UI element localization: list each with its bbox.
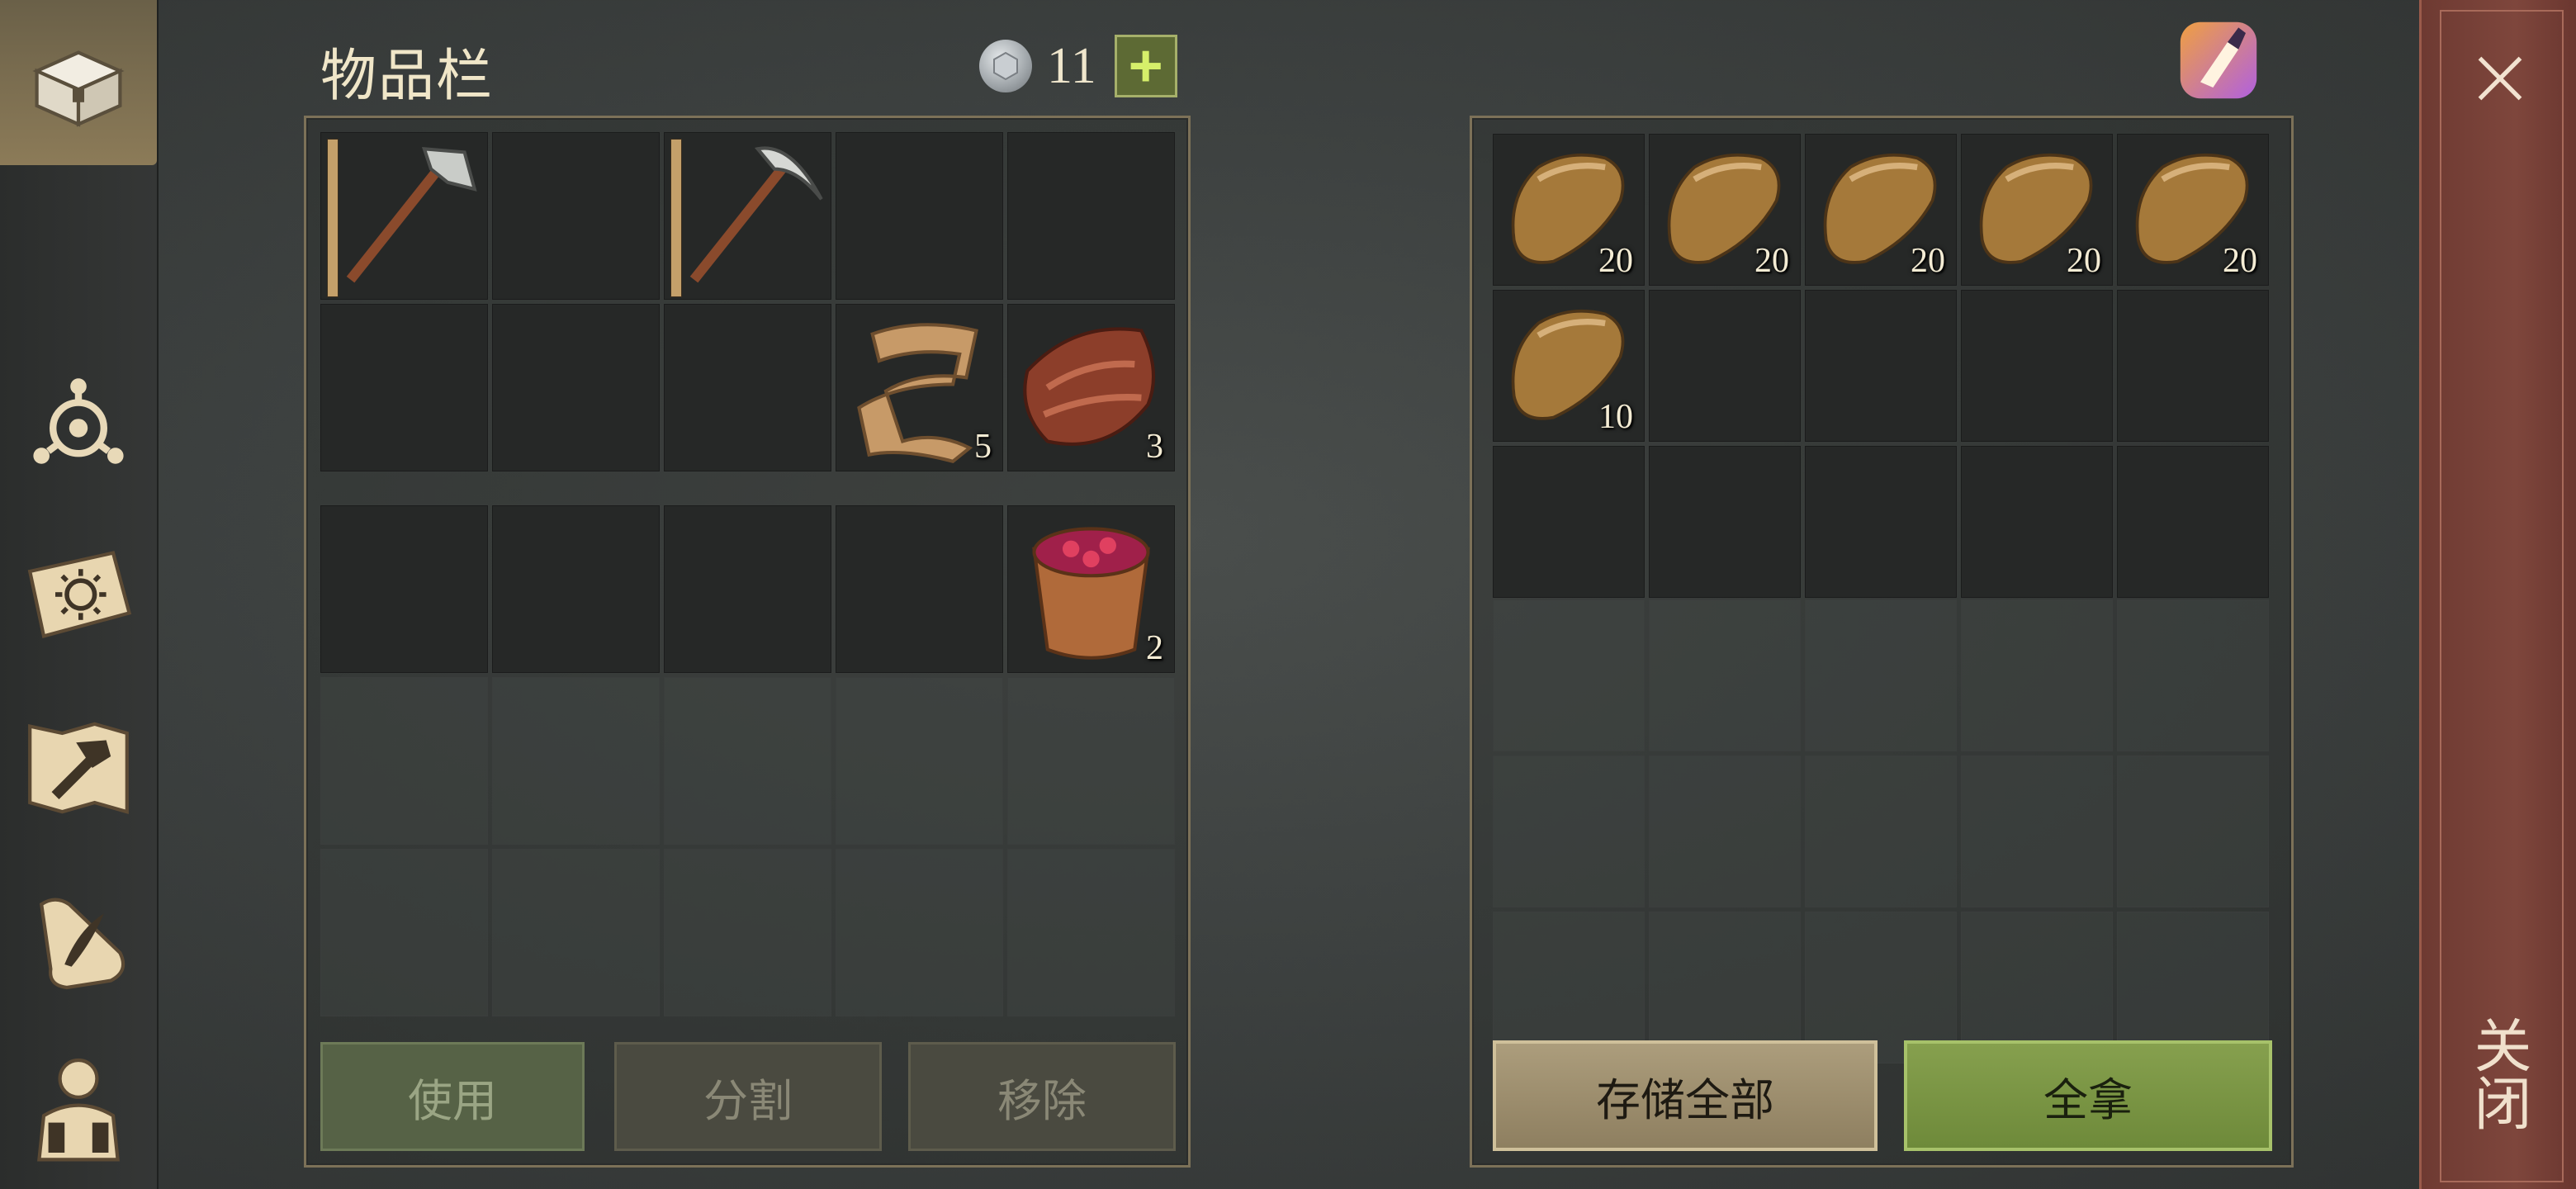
- locked-slot: [1007, 677, 1175, 845]
- inventory-slot[interactable]: 5: [836, 304, 1003, 471]
- locked-slot: [1805, 599, 1957, 751]
- container-slot[interactable]: [1805, 290, 1957, 442]
- container-slot[interactable]: [1961, 446, 2113, 598]
- container-slot[interactable]: 20: [2117, 134, 2269, 286]
- inventory-slot[interactable]: [492, 304, 660, 471]
- inventory-slot[interactable]: [836, 132, 1003, 300]
- item-quantity: 2: [1146, 629, 1163, 667]
- inventory-slot[interactable]: [664, 304, 831, 471]
- sidebar: [0, 0, 159, 1189]
- inventory-slot[interactable]: [836, 505, 1003, 673]
- inventory-main-grid: 5 3: [320, 132, 1175, 471]
- use-button[interactable]: 使用: [320, 1042, 585, 1151]
- locked-slot: [492, 849, 660, 1016]
- item-quantity: 20: [1598, 242, 1633, 280]
- item-quantity: 20: [2067, 242, 2101, 280]
- chest-icon: [32, 50, 125, 127]
- remove-button[interactable]: 移除: [908, 1042, 1176, 1151]
- container-slot[interactable]: 20: [1961, 134, 2113, 286]
- locked-slot: [1805, 756, 1957, 907]
- container-locked-grid: [1493, 599, 2269, 1063]
- item-quantity: 5: [974, 428, 992, 466]
- inventory-slot[interactable]: 3: [1007, 304, 1175, 471]
- locked-slot: [1649, 756, 1801, 907]
- currency-display: 11 +: [979, 35, 1177, 97]
- container-slot[interactable]: [2117, 446, 2269, 598]
- locked-slot: [1961, 756, 2113, 907]
- inventory-backpack-grid: 2: [320, 505, 1175, 1016]
- container-slot[interactable]: 10: [1493, 290, 1645, 442]
- locked-slot: [2117, 756, 2269, 907]
- store-all-button[interactable]: 存储全部: [1493, 1040, 1878, 1151]
- locked-slot: [1007, 849, 1175, 1016]
- inventory-slot[interactable]: [492, 505, 660, 673]
- inventory-title: 物品栏: [320, 44, 495, 109]
- locked-slot: [1493, 599, 1645, 751]
- item-quantity: 20: [2223, 242, 2257, 280]
- locked-slot: [836, 849, 1003, 1016]
- close-panel-border: [2440, 10, 2564, 1182]
- inventory-slot[interactable]: [320, 304, 488, 471]
- inventory-slot[interactable]: [664, 132, 831, 300]
- item-quantity: 10: [1598, 398, 1633, 436]
- locked-slot: [1493, 756, 1645, 907]
- container-slot[interactable]: [1493, 446, 1645, 598]
- locked-slot: [2117, 599, 2269, 751]
- container-slot[interactable]: 20: [1805, 134, 1957, 286]
- close-panel[interactable]: 关闭: [2419, 0, 2576, 1189]
- inventory-slot[interactable]: [492, 132, 660, 300]
- item-quantity: 3: [1146, 428, 1163, 466]
- sun-book-icon: [27, 551, 132, 639]
- container-grid: 20 20 20 20 20 10: [1493, 134, 2269, 598]
- item-quantity: 20: [1754, 242, 1789, 280]
- locked-slot: [836, 677, 1003, 845]
- locked-slot: [492, 677, 660, 845]
- container-slot[interactable]: [1805, 446, 1957, 598]
- sidebar-item-journal[interactable]: [0, 859, 157, 1024]
- sidebar-item-blueprint[interactable]: [0, 339, 157, 504]
- inventory-slot[interactable]: [664, 505, 831, 673]
- coin-icon: [979, 40, 1032, 92]
- item-quantity: 20: [1911, 242, 1945, 280]
- container-slot[interactable]: [2117, 290, 2269, 442]
- scroll-quill-icon: [39, 898, 125, 990]
- add-currency-button[interactable]: +: [1114, 35, 1177, 97]
- locked-slot: [664, 677, 831, 845]
- container-slot[interactable]: [1649, 290, 1801, 442]
- inventory-slot[interactable]: 2: [1007, 505, 1175, 673]
- sort-broom-icon[interactable]: [2173, 15, 2264, 106]
- character-icon: [37, 1058, 120, 1162]
- sidebar-item-skills[interactable]: [0, 512, 157, 677]
- currency-count: 11: [1047, 37, 1096, 94]
- take-all-button[interactable]: 全拿: [1904, 1040, 2272, 1151]
- locked-slot: [1961, 599, 2113, 751]
- sidebar-item-character[interactable]: [0, 1024, 157, 1189]
- container-slot[interactable]: 20: [1493, 134, 1645, 286]
- locked-slot: [320, 849, 488, 1016]
- split-button[interactable]: 分割: [614, 1042, 882, 1151]
- sidebar-item-crafting[interactable]: [0, 685, 157, 850]
- inventory-slot[interactable]: [320, 132, 488, 300]
- inventory-slot[interactable]: [1007, 132, 1175, 300]
- sidebar-item-inventory[interactable]: [0, 0, 157, 165]
- blueprint-icon: [33, 378, 124, 464]
- close-icon[interactable]: [2471, 50, 2529, 107]
- container-slot[interactable]: [1649, 446, 1801, 598]
- hatchet-icon: [346, 147, 477, 283]
- pickaxe-icon: [689, 146, 823, 283]
- container-slot[interactable]: [1961, 290, 2113, 442]
- locked-slot: [320, 677, 488, 845]
- inventory-slot[interactable]: [320, 505, 488, 673]
- locked-slot: [1649, 599, 1801, 751]
- map-hammer-icon: [28, 722, 129, 814]
- container-slot[interactable]: 20: [1649, 134, 1801, 286]
- locked-slot: [664, 849, 831, 1016]
- close-label[interactable]: 关闭: [2461, 1016, 2540, 1131]
